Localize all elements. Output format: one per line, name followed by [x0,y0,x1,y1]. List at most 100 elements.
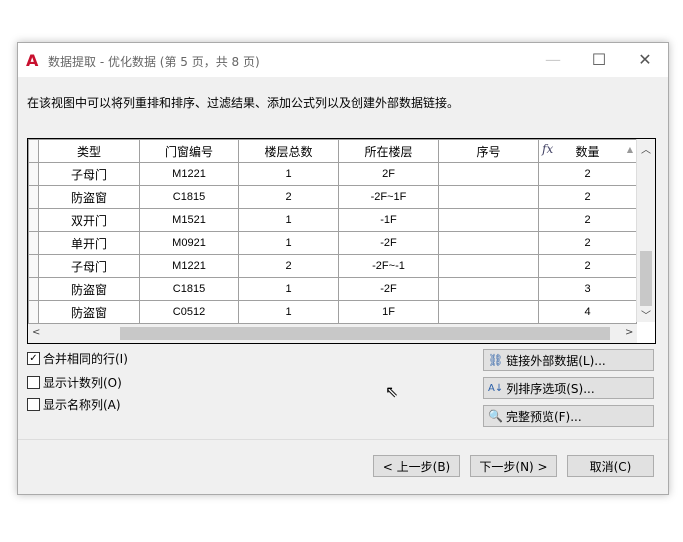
cancel-button[interactable]: 取消(C) [567,455,654,477]
table-cell[interactable]: 防盗窗 [38,277,140,301]
table-cell[interactable]: 单开门 [38,231,140,255]
table-cell[interactable]: 2 [238,254,339,278]
checkbox-icon [27,376,40,389]
merge-rows-checkbox[interactable]: ✓ 合并相同的行(I) [27,350,128,367]
data-grid[interactable]: 类型 门窗编号 楼层总数 所在楼层 序号 fx 数量 ▲ 子母门 M1221 1 2F 2 防… [27,138,656,344]
row-header[interactable] [28,277,39,301]
table-cell[interactable] [438,277,539,301]
maximize-button[interactable]: ☐ [584,49,614,71]
table-cell[interactable]: -2F~1F [338,185,439,209]
row-header[interactable] [28,208,39,232]
table-cell[interactable]: 防盗窗 [38,185,140,209]
table-cell[interactable]: 1F [338,300,439,324]
table-row[interactable]: 单开门 M0921 1 -2F 2 [28,231,637,255]
row-header[interactable] [28,162,39,186]
column-header-type[interactable]: 类型 [38,139,140,163]
row-header-corner [28,139,39,163]
full-preview-button[interactable]: 🔍 完整预览(F)... [483,405,654,427]
table-cell[interactable]: 1 [238,277,339,301]
horizontal-scrollbar[interactable]: < > [28,324,637,343]
vertical-scrollbar[interactable]: ︿ ﹀ [636,139,655,322]
description-text: 在该视图中可以将列重排和排序、过滤结果、添加公式列以及创建外部数据链接。 [27,96,460,110]
table-cell[interactable]: 1 [238,162,339,186]
table-cell[interactable] [438,162,539,186]
table-cell[interactable]: 1 [238,300,339,324]
title-bar: A 数据提取 - 优化数据 (第 5 页，共 8 页) — ☐ ✕ [18,43,668,77]
scroll-left-icon[interactable]: < [32,327,40,338]
table-cell[interactable]: 2 [538,231,637,255]
table-cell[interactable]: 2 [538,208,637,232]
row-header[interactable] [28,185,39,209]
column-header-code[interactable]: 门窗编号 [139,139,239,163]
table-cell[interactable]: 防盗窗 [38,300,140,324]
sort-options-label: 列排序选项(S)... [506,381,595,396]
column-header-index[interactable]: 序号 [438,139,539,163]
scroll-down-icon[interactable]: ﹀ [641,307,651,322]
table-cell[interactable]: 2 [538,185,637,209]
table-cell[interactable]: M0921 [139,231,239,255]
column-header-quantity-label: 数量 [575,144,600,159]
table-cell[interactable]: C1815 [139,277,239,301]
table-cell[interactable]: -2F~-1 [338,254,439,278]
show-name-label: 显示名称列(A) [43,398,121,412]
preview-magnifier-icon: 🔍 [488,409,503,423]
table-cell[interactable]: 2F [338,162,439,186]
table-cell[interactable]: 子母门 [38,162,140,186]
horizontal-scroll-thumb[interactable] [120,327,610,340]
table-cell[interactable]: -2F [338,277,439,301]
autocad-logo-icon: A [26,51,39,70]
row-header[interactable] [28,300,39,324]
column-header-quantity[interactable]: fx 数量 ▲ [538,139,637,163]
window-title: 数据提取 - 优化数据 (第 5 页，共 8 页) [48,55,260,69]
next-button[interactable]: 下一步(N) > [470,455,557,477]
scroll-right-icon[interactable]: > [625,327,633,338]
table-cell[interactable]: 2 [538,162,637,186]
table-cell[interactable]: 1 [238,208,339,232]
row-header[interactable] [28,231,39,255]
table-cell[interactable]: 4 [538,300,637,324]
table-cell[interactable]: -1F [338,208,439,232]
table-cell[interactable] [438,300,539,324]
vertical-scroll-thumb[interactable] [640,251,652,306]
table-cell[interactable]: M1221 [139,254,239,278]
table-row[interactable]: 子母门 M1221 2 -2F~-1 2 [28,254,637,278]
close-button[interactable]: ✕ [630,49,660,71]
scroll-up-icon[interactable]: ︿ [641,141,651,156]
table-row[interactable]: 防盗窗 C0512 1 1F 4 [28,300,637,324]
checkbox-checked-icon: ✓ [27,352,40,365]
full-preview-label: 完整预览(F)... [505,409,582,424]
table-cell[interactable]: M1521 [139,208,239,232]
data-extraction-dialog: A 数据提取 - 优化数据 (第 5 页，共 8 页) — ☐ ✕ 在该视图中可… [17,42,669,495]
table-cell[interactable]: 双开门 [38,208,140,232]
table-cell[interactable]: C1815 [139,185,239,209]
column-header-total-floors[interactable]: 楼层总数 [238,139,339,163]
show-name-checkbox[interactable]: 显示名称列(A) [27,396,121,413]
table-row[interactable]: 防盗窗 C1815 2 -2F~1F 2 [28,185,637,209]
table-cell[interactable] [438,185,539,209]
table-row[interactable]: 双开门 M1521 1 -1F 2 [28,208,637,232]
table-cell[interactable]: M1221 [139,162,239,186]
show-count-label: 显示计数列(O) [43,376,122,390]
table-cell[interactable] [438,231,539,255]
sort-options-button[interactable]: A↓ 列排序选项(S)... [483,377,654,399]
column-header-floor[interactable]: 所在楼层 [338,139,439,163]
table-cell[interactable]: C0512 [139,300,239,324]
table-cell[interactable]: 2 [238,185,339,209]
minimize-button[interactable]: — [538,49,568,71]
table-cell[interactable] [438,208,539,232]
table-cell[interactable]: 1 [238,231,339,255]
formula-fx-icon: fx [542,142,554,156]
table-cell[interactable]: 3 [538,277,637,301]
link-external-data-button[interactable]: ⛓ 链接外部数据(L)... [483,349,654,371]
sort-ascending-icon: ▲ [626,145,633,154]
back-button[interactable]: < 上一步(B) [373,455,460,477]
show-count-checkbox[interactable]: 显示计数列(O) [27,374,122,391]
table-cell[interactable] [438,254,539,278]
table-row[interactable]: 子母门 M1221 1 2F 2 [28,162,637,186]
table-cell[interactable]: 子母门 [38,254,140,278]
row-header[interactable] [28,254,39,278]
table-row[interactable]: 防盗窗 C1815 1 -2F 3 [28,277,637,301]
link-icon: ⛓ [488,353,504,367]
table-cell[interactable]: 2 [538,254,637,278]
table-cell[interactable]: -2F [338,231,439,255]
